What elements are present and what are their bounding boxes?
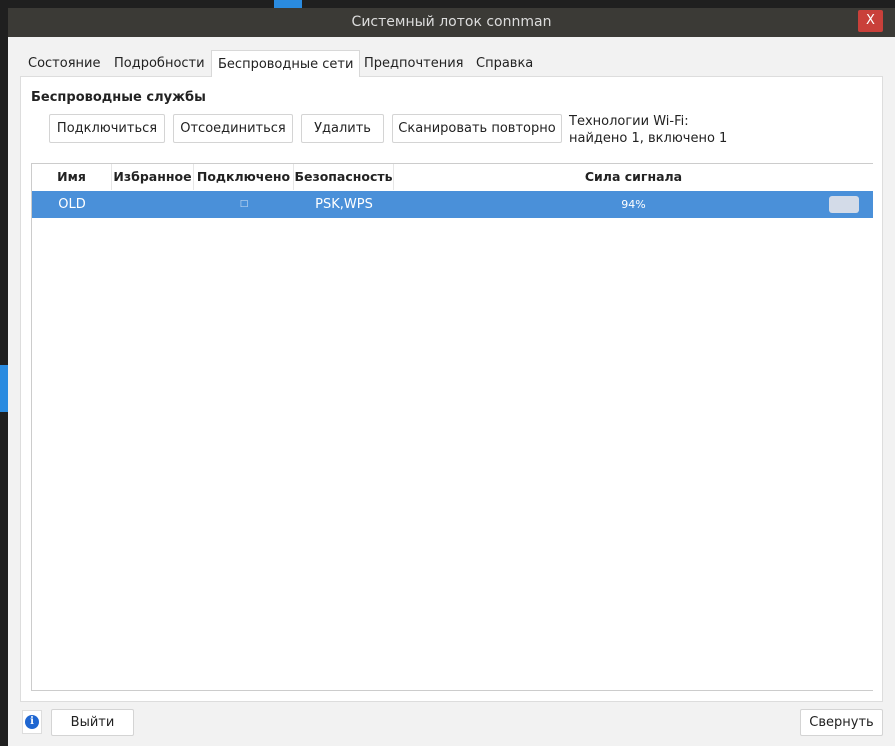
service-security: PSK,WPS [315, 197, 373, 212]
background-window-edge [0, 365, 8, 412]
connect-button[interactable]: Подключиться [49, 114, 165, 143]
wifi-tech-status: Технологии Wi-Fi: найдено 1, включено 1 [569, 113, 727, 147]
disconnect-button[interactable]: Отсоединиться [173, 114, 293, 143]
title-bar: Системный лоток connman [8, 8, 895, 37]
remove-button[interactable]: Удалить [301, 114, 384, 143]
column-header-connected[interactable]: Подключено [194, 164, 294, 190]
services-table[interactable]: Имя Избранное Подключено Безопасность Си… [31, 163, 873, 691]
tab-preferences[interactable]: Предпочтения [358, 50, 470, 77]
background-window-edge [274, 0, 302, 8]
tab-wireless[interactable]: Беспроводные сети [211, 50, 361, 77]
column-header-favorite[interactable]: Избранное [112, 164, 194, 190]
service-name: OLD [58, 197, 86, 212]
signal-strength: 94% [621, 198, 646, 211]
column-header-signal[interactable]: Сила сигнала [394, 164, 873, 190]
table-row[interactable]: OLD □ PSK,WPS 94% [32, 191, 873, 218]
tab-details[interactable]: Подробности [108, 50, 211, 77]
rescan-button[interactable]: Сканировать повторно [392, 114, 562, 143]
exit-button[interactable]: Выйти [51, 709, 134, 736]
connected-icon: □ [239, 199, 249, 209]
tab-status[interactable]: Состояние [22, 50, 106, 77]
info-button[interactable]: i [22, 710, 42, 734]
close-button[interactable]: X [858, 10, 883, 32]
signal-bar [829, 196, 859, 213]
group-title: Беспроводные службы [31, 90, 206, 105]
column-header-name[interactable]: Имя [32, 164, 112, 190]
info-icon: i [25, 715, 39, 729]
wifi-tech-label: Технологии Wi-Fi: [569, 114, 689, 129]
tab-help[interactable]: Справка [470, 50, 539, 77]
wifi-tech-counts: найдено 1, включено 1 [569, 131, 728, 146]
minimize-button[interactable]: Свернуть [800, 709, 883, 736]
column-header-security[interactable]: Безопасность [294, 164, 394, 190]
